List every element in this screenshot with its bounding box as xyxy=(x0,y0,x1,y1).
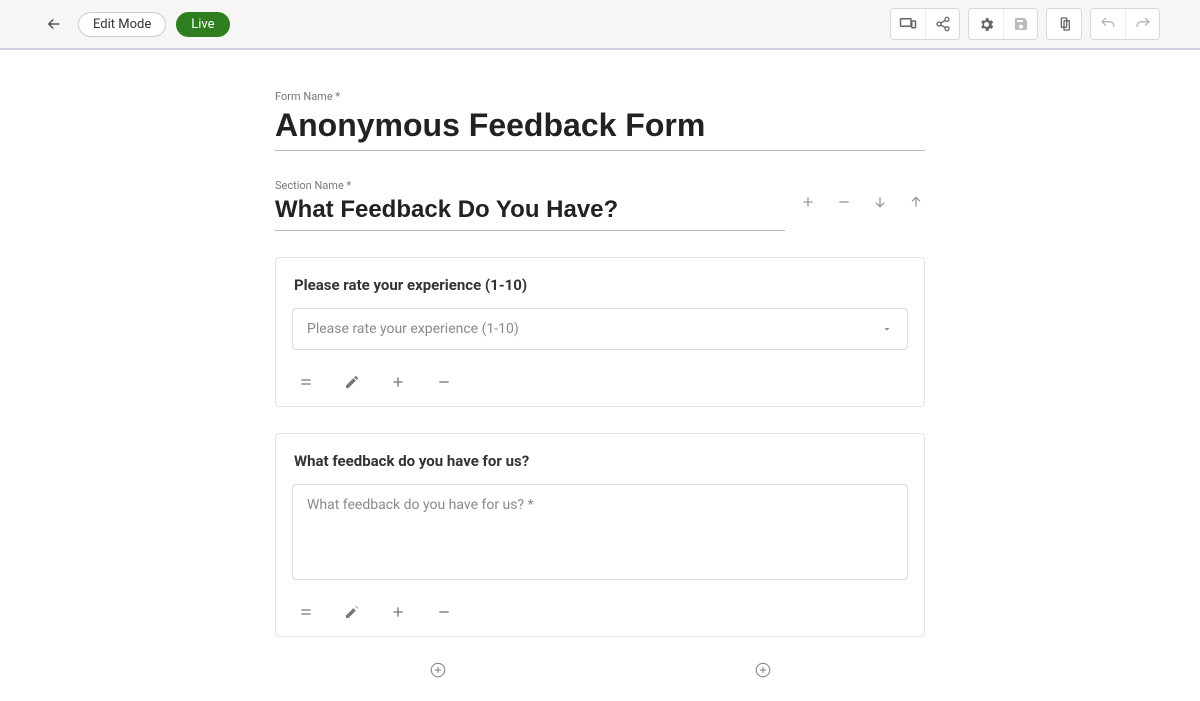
question-edit-button[interactable] xyxy=(342,372,362,392)
device-share-group xyxy=(890,8,960,40)
question-textarea-placeholder: What feedback do you have for us? * xyxy=(307,497,534,513)
settings-button[interactable] xyxy=(969,9,1003,39)
chevron-down-icon xyxy=(881,323,893,335)
save-button[interactable] xyxy=(1003,9,1037,39)
question-drag-button[interactable] xyxy=(296,372,316,392)
device-preview-button[interactable] xyxy=(891,9,925,39)
section-header-left: Section Name * xyxy=(275,179,785,231)
undo-redo-group xyxy=(1090,8,1160,40)
form-name-input[interactable] xyxy=(275,105,925,151)
arrow-up-icon xyxy=(908,194,924,210)
minus-icon xyxy=(436,374,452,390)
question-textarea[interactable]: What feedback do you have for us? * xyxy=(292,484,908,580)
section-name-label: Section Name * xyxy=(275,179,785,192)
share-icon xyxy=(935,16,951,32)
pencil-icon xyxy=(344,604,360,620)
topbar-right xyxy=(890,8,1160,40)
undo-button[interactable] xyxy=(1091,9,1125,39)
back-button[interactable] xyxy=(40,10,68,38)
question-actions xyxy=(292,602,908,622)
arrow-down-icon xyxy=(872,194,888,210)
question-title: What feedback do you have for us? xyxy=(292,452,908,470)
plus-icon xyxy=(390,374,406,390)
minus-icon xyxy=(836,194,852,210)
add-question-right-button[interactable] xyxy=(752,659,774,681)
topbar: Edit Mode Live xyxy=(0,0,1200,50)
question-remove-button[interactable] xyxy=(434,372,454,392)
share-button[interactable] xyxy=(925,9,959,39)
question-select[interactable]: Please rate your experience (1-10) xyxy=(292,308,908,350)
copy-icon xyxy=(1056,16,1072,32)
question-title: Please rate your experience (1-10) xyxy=(292,276,908,294)
duplicate-button[interactable] xyxy=(1047,9,1081,39)
section-header-row: Section Name * xyxy=(275,179,925,231)
drag-icon xyxy=(298,604,314,620)
live-badge[interactable]: Live xyxy=(176,12,229,37)
section-remove-button[interactable] xyxy=(835,193,853,211)
section-move-down-button[interactable] xyxy=(871,193,889,211)
form-editor: Form Name * Section Name * Please rate y… xyxy=(275,90,925,681)
circle-plus-icon xyxy=(429,661,447,679)
question-drag-button[interactable] xyxy=(296,602,316,622)
question-actions xyxy=(292,372,908,392)
section-actions xyxy=(799,193,925,231)
plus-icon xyxy=(390,604,406,620)
section-name-input[interactable] xyxy=(275,194,785,231)
pencil-icon xyxy=(344,374,360,390)
redo-icon xyxy=(1134,15,1152,33)
edit-mode-toggle[interactable]: Edit Mode xyxy=(78,12,166,37)
drag-icon xyxy=(298,374,314,390)
undo-icon xyxy=(1099,15,1117,33)
question-select-placeholder: Please rate your experience (1-10) xyxy=(307,321,519,337)
form-name-label: Form Name * xyxy=(275,90,925,103)
add-question-left-button[interactable] xyxy=(427,659,449,681)
devices-icon xyxy=(899,15,917,33)
save-icon xyxy=(1013,16,1029,32)
question-add-button[interactable] xyxy=(388,372,408,392)
question-card: What feedback do you have for us? What f… xyxy=(275,433,925,637)
question-card: Please rate your experience (1-10) Pleas… xyxy=(275,257,925,407)
redo-button[interactable] xyxy=(1125,9,1159,39)
gear-icon xyxy=(978,16,995,33)
topbar-left: Edit Mode Live xyxy=(40,10,230,38)
arrow-left-icon xyxy=(45,15,63,33)
section-move-up-button[interactable] xyxy=(907,193,925,211)
copy-group xyxy=(1046,8,1082,40)
question-add-button[interactable] xyxy=(388,602,408,622)
plus-icon xyxy=(800,194,816,210)
question-remove-button[interactable] xyxy=(434,602,454,622)
settings-save-group xyxy=(968,8,1038,40)
question-edit-button[interactable] xyxy=(342,602,362,622)
section-add-button[interactable] xyxy=(799,193,817,211)
circle-plus-icon xyxy=(754,661,772,679)
footer-add-row xyxy=(275,659,925,681)
minus-icon xyxy=(436,604,452,620)
